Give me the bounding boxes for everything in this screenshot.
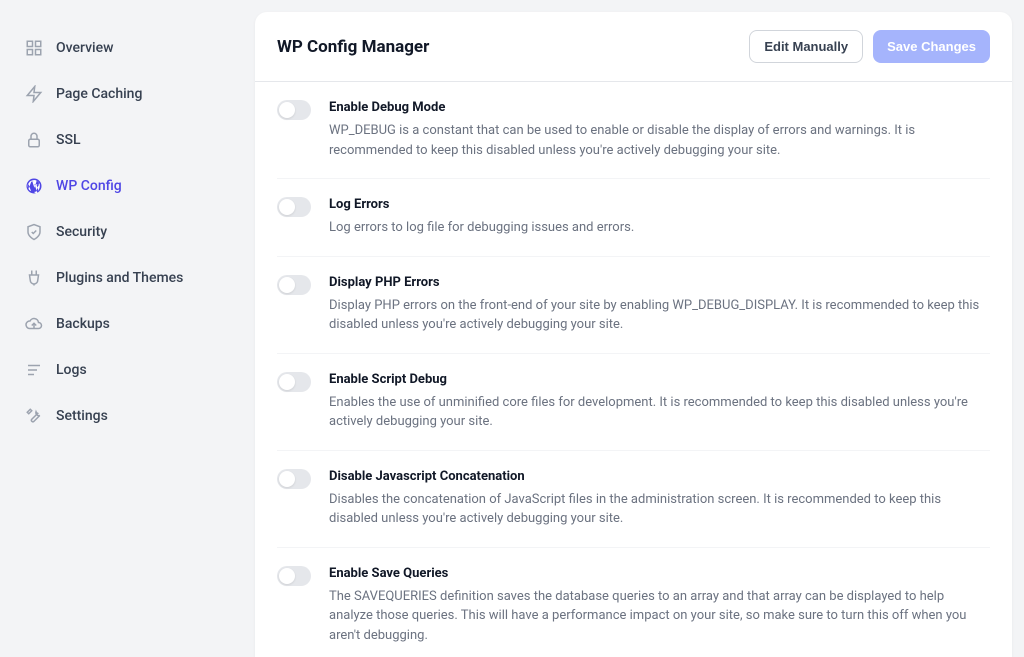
setting-title: Enable Debug Mode	[329, 100, 990, 115]
setting-desc: Log errors to log file for debugging iss…	[329, 218, 990, 238]
setting-save-queries: Enable Save Queries The SAVEQUERIES defi…	[277, 548, 990, 657]
setting-desc: Enables the use of unminified core files…	[329, 393, 990, 432]
list-icon	[24, 360, 44, 380]
sidebar-item-settings[interactable]: Settings	[16, 396, 239, 436]
setting-log-errors: Log Errors Log errors to log file for de…	[277, 179, 990, 257]
shield-icon	[24, 222, 44, 242]
page-title: WP Config Manager	[277, 37, 429, 57]
setting-desc: Disables the concatenation of JavaScript…	[329, 490, 990, 529]
edit-manually-button[interactable]: Edit Manually	[749, 30, 863, 63]
toggle-debug-mode[interactable]	[277, 100, 311, 120]
sidebar-item-logs[interactable]: Logs	[16, 350, 239, 390]
sidebar-item-wp-config[interactable]: WP Config	[16, 166, 239, 206]
tools-icon	[24, 406, 44, 426]
dashboard-icon	[24, 38, 44, 58]
sidebar-item-label: Security	[56, 224, 107, 240]
setting-title: Display PHP Errors	[329, 275, 990, 290]
sidebar-item-label: Overview	[56, 40, 113, 56]
sidebar-item-page-caching[interactable]: Page Caching	[16, 74, 239, 114]
sidebar-item-ssl[interactable]: SSL	[16, 120, 239, 160]
cloud-icon	[24, 314, 44, 334]
sidebar-item-plugins-themes[interactable]: Plugins and Themes	[16, 258, 239, 298]
toggle-js-concat[interactable]	[277, 469, 311, 489]
toggle-save-queries[interactable]	[277, 566, 311, 586]
sidebar-item-label: SSL	[56, 132, 81, 148]
sidebar: Overview Page Caching SSL WP Config Secu…	[0, 0, 255, 657]
sidebar-item-label: Logs	[56, 362, 87, 378]
settings-list: Enable Debug Mode WP_DEBUG is a constant…	[255, 82, 1012, 657]
setting-title: Enable Script Debug	[329, 372, 990, 387]
sidebar-item-backups[interactable]: Backups	[16, 304, 239, 344]
setting-desc: Display PHP errors on the front-end of y…	[329, 296, 990, 335]
sidebar-item-label: Page Caching	[56, 86, 142, 102]
bolt-icon	[24, 84, 44, 104]
sidebar-item-label: Backups	[56, 316, 110, 332]
main-panel: WP Config Manager Edit Manually Save Cha…	[255, 12, 1012, 657]
sidebar-item-label: WP Config	[56, 178, 122, 194]
toggle-script-debug[interactable]	[277, 372, 311, 392]
setting-script-debug: Enable Script Debug Enables the use of u…	[277, 354, 990, 451]
wordpress-icon	[24, 176, 44, 196]
lock-icon	[24, 130, 44, 150]
sidebar-item-overview[interactable]: Overview	[16, 28, 239, 68]
setting-debug-mode: Enable Debug Mode WP_DEBUG is a constant…	[277, 82, 990, 179]
header: WP Config Manager Edit Manually Save Cha…	[255, 12, 1012, 82]
setting-desc: The SAVEQUERIES definition saves the dat…	[329, 587, 990, 646]
setting-display-php-errors: Display PHP Errors Display PHP errors on…	[277, 257, 990, 354]
setting-desc: WP_DEBUG is a constant that can be used …	[329, 121, 990, 160]
plug-icon	[24, 268, 44, 288]
setting-title: Log Errors	[329, 197, 990, 212]
header-actions: Edit Manually Save Changes	[749, 30, 990, 63]
setting-js-concat: Disable Javascript Concatenation Disable…	[277, 451, 990, 548]
sidebar-item-label: Settings	[56, 408, 108, 424]
sidebar-item-security[interactable]: Security	[16, 212, 239, 252]
setting-title: Disable Javascript Concatenation	[329, 469, 990, 484]
sidebar-item-label: Plugins and Themes	[56, 270, 183, 286]
toggle-log-errors[interactable]	[277, 197, 311, 217]
toggle-display-php-errors[interactable]	[277, 275, 311, 295]
setting-title: Enable Save Queries	[329, 566, 990, 581]
save-changes-button[interactable]: Save Changes	[873, 30, 990, 63]
